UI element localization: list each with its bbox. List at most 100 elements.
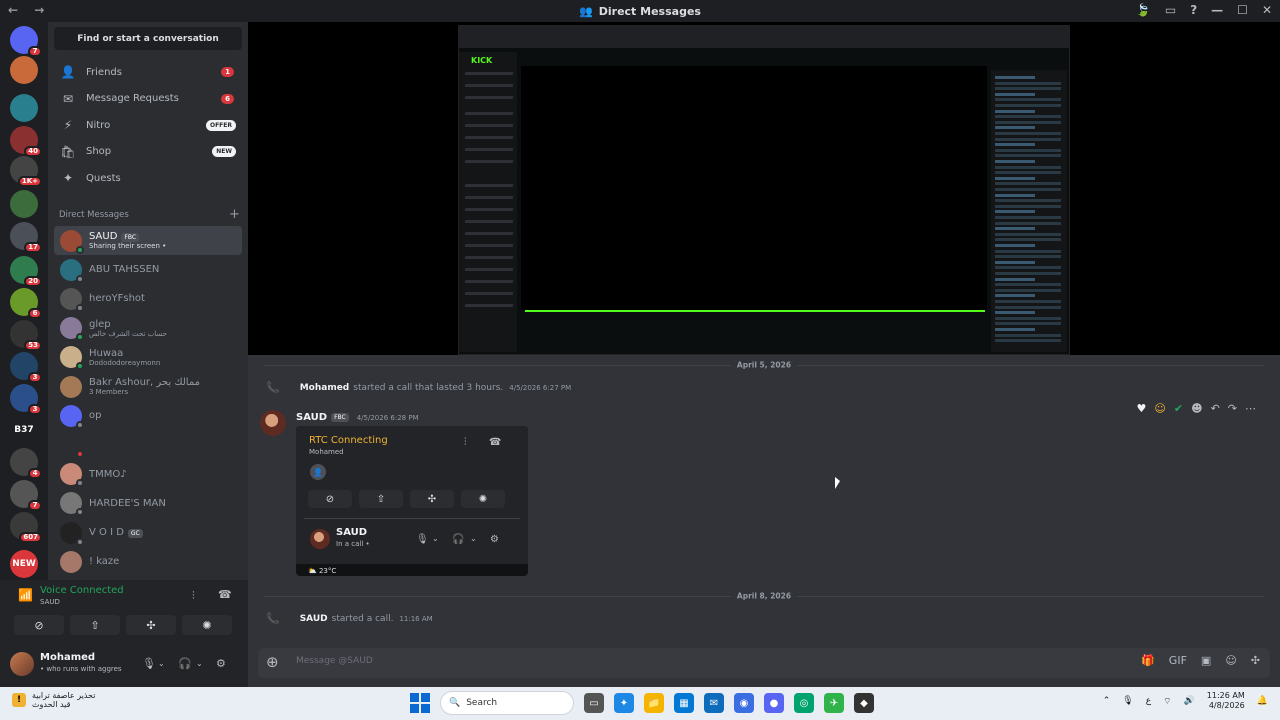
emoji-icon[interactable]: ☺ [1154,402,1165,415]
leaf-icon[interactable]: 🍃 [1136,3,1151,17]
headphones-icon[interactable]: 🎧 [452,534,464,545]
dm-item[interactable]: V O I D GC [54,518,242,547]
message-avatar[interactable] [260,410,286,436]
attach-icon[interactable]: ⊕ [266,653,279,671]
dm-item[interactable]: ABU TAHSSEN [54,255,242,284]
green-app-icon[interactable]: ✈ [824,693,844,713]
dm-item[interactable]: glep حساب تحت الشرف خالص [54,314,242,343]
nav-item-nitro[interactable]: ⚡ Nitro OFFER [54,113,242,137]
screenshare-button[interactable]: ⇧ [359,490,403,508]
clock[interactable]: 11:26 AM 4/8/2026 [1207,691,1245,712]
server-icon[interactable]: 3 [10,384,42,415]
voice-status[interactable]: Voice Connected [40,585,124,596]
chevron-down-icon[interactable]: ⌄ [158,659,165,668]
find-conversation-button[interactable]: Find or start a conversation [54,27,242,50]
dm-item[interactable]: TMMO♪ [54,460,242,489]
reply-icon[interactable]: ↶ [1211,402,1220,415]
headphones-icon[interactable]: 🎧 [178,657,192,670]
dm-item[interactable]: ! kaze [54,547,242,576]
gear-icon[interactable]: ⚙ [490,534,499,545]
mic-icon[interactable]: 🎙 [142,657,156,670]
dm-item[interactable]: heroYFshot [54,284,242,313]
dm-item[interactable]: Bakr Ashour, ممالك بحر 3 Members [54,372,242,401]
nav-item-shop[interactable]: 🛍 Shop NEW [54,140,242,164]
server-icon[interactable] [10,56,38,84]
screenshare-button[interactable]: ⇧ [70,615,120,635]
input-placeholder[interactable]: Message @SAUD [296,656,373,666]
outlook-icon[interactable]: ✉ [704,693,724,713]
chevron-down-icon[interactable]: ⌄ [470,534,477,543]
dm-item[interactable]: SAUD FBC Sharing their screen • [54,226,242,255]
avatar[interactable] [10,652,34,676]
check-icon[interactable]: ✔ [1174,402,1183,415]
maximize-button[interactable]: ☐ [1237,3,1248,17]
github-icon[interactable]: ◆ [854,693,874,713]
message-input[interactable]: ⊕ Message @SAUD 🎁 GIF ▣ ☺ ✣ [258,648,1270,678]
more-icon[interactable]: ⋯ [1245,402,1256,415]
activities-button[interactable]: ✣ [126,615,176,635]
apps-icon[interactable]: ✣ [1251,654,1260,667]
chevron-up-icon[interactable]: ⌃ [1103,696,1111,706]
windows-start-icon[interactable] [410,693,430,713]
copilot-icon[interactable]: ✦ [614,693,634,713]
user-name[interactable]: Mohamed [40,652,95,663]
volume-icon[interactable]: 🔊 [1184,696,1195,706]
gif-icon[interactable]: GIF [1169,654,1187,667]
server-icon[interactable] [10,190,38,218]
activities-button[interactable]: ✣ [410,490,454,508]
mic-icon[interactable]: 🎙 [416,534,429,545]
gift-icon[interactable]: 🎁 [1141,654,1155,667]
heart-icon[interactable]: ♥ [1137,402,1147,415]
chevron-down-icon[interactable]: ⌄ [432,534,439,543]
server-icon[interactable]: 1K+ [10,156,42,187]
file-explorer-icon[interactable]: 📁 [644,693,664,713]
nav-item-friends[interactable]: 👤 Friends 1 [54,60,242,84]
wifi-icon[interactable]: ⌔ [1163,696,1171,707]
stream-view[interactable]: KICK [248,22,1280,355]
message-author[interactable]: SAUD [296,412,327,423]
task-view-icon[interactable]: ▭ [584,693,604,713]
close-button[interactable]: ✕ [1262,3,1272,17]
server-icon[interactable]: 20 [10,256,42,287]
avatar[interactable] [310,529,330,549]
server-icon[interactable]: 40 [10,126,42,157]
server-icon[interactable]: 3 [10,352,42,383]
dm-item[interactable]: op [54,401,242,430]
forward-icon[interactable]: ↷ [1228,402,1237,415]
call-author[interactable]: Mohamed [300,383,350,393]
language-indicator[interactable]: ع [1146,696,1151,706]
soundboard-button[interactable]: ✺ [182,615,232,635]
chevron-down-icon[interactable]: ⌄ [196,659,203,668]
camera-button[interactable]: ⊘ [14,615,64,635]
server-icon[interactable]: 53 [10,320,42,351]
taskbar-search[interactable]: 🔍 Search [440,691,574,715]
noise-suppression-icon[interactable]: ⫶ [192,589,195,603]
soundboard-button[interactable]: ✺ [461,490,505,508]
edge-icon[interactable]: ◉ [734,693,754,713]
server-icon[interactable]: 4 [10,448,42,479]
create-dm-icon[interactable]: + [229,207,240,222]
dm-item[interactable] [54,430,242,459]
notifications-icon[interactable]: 🔔 [1257,696,1268,706]
server-icon[interactable]: 7 [10,480,42,511]
disconnect-icon[interactable]: ☎ [218,588,232,601]
signal-icon[interactable]: 📶 [18,588,33,602]
edge-browser-icon[interactable]: ◎ [794,693,814,713]
dm-item[interactable]: HARDEE'S MAN [54,489,242,518]
participant-icon[interactable]: 👤 [310,464,326,480]
server-icon[interactable]: 607 [10,512,42,543]
server-icon[interactable] [10,94,38,122]
weather-widget[interactable]: ! تحذير عاصفة ترابية قيد الحدوث [12,691,95,709]
gear-icon[interactable]: ⚙ [216,657,226,670]
nav-arrows[interactable]: ← → [8,3,50,17]
nav-item-message-requests[interactable]: ✉ Message Requests 6 [54,87,242,111]
server-icon[interactable]: 6 [10,288,42,319]
minimize-button[interactable]: — [1211,3,1223,17]
server-icon[interactable]: 17 [10,222,42,253]
add-reaction-icon[interactable]: ☻ [1191,402,1202,415]
server-icon[interactable]: NEW [10,550,38,578]
call-author[interactable]: SAUD [300,614,328,624]
dm-item[interactable]: Huwaa Dodododoreaymonn [54,343,242,372]
discord-icon[interactable]: ● [764,693,784,713]
mic-icon[interactable]: 🎙 [1122,696,1133,706]
